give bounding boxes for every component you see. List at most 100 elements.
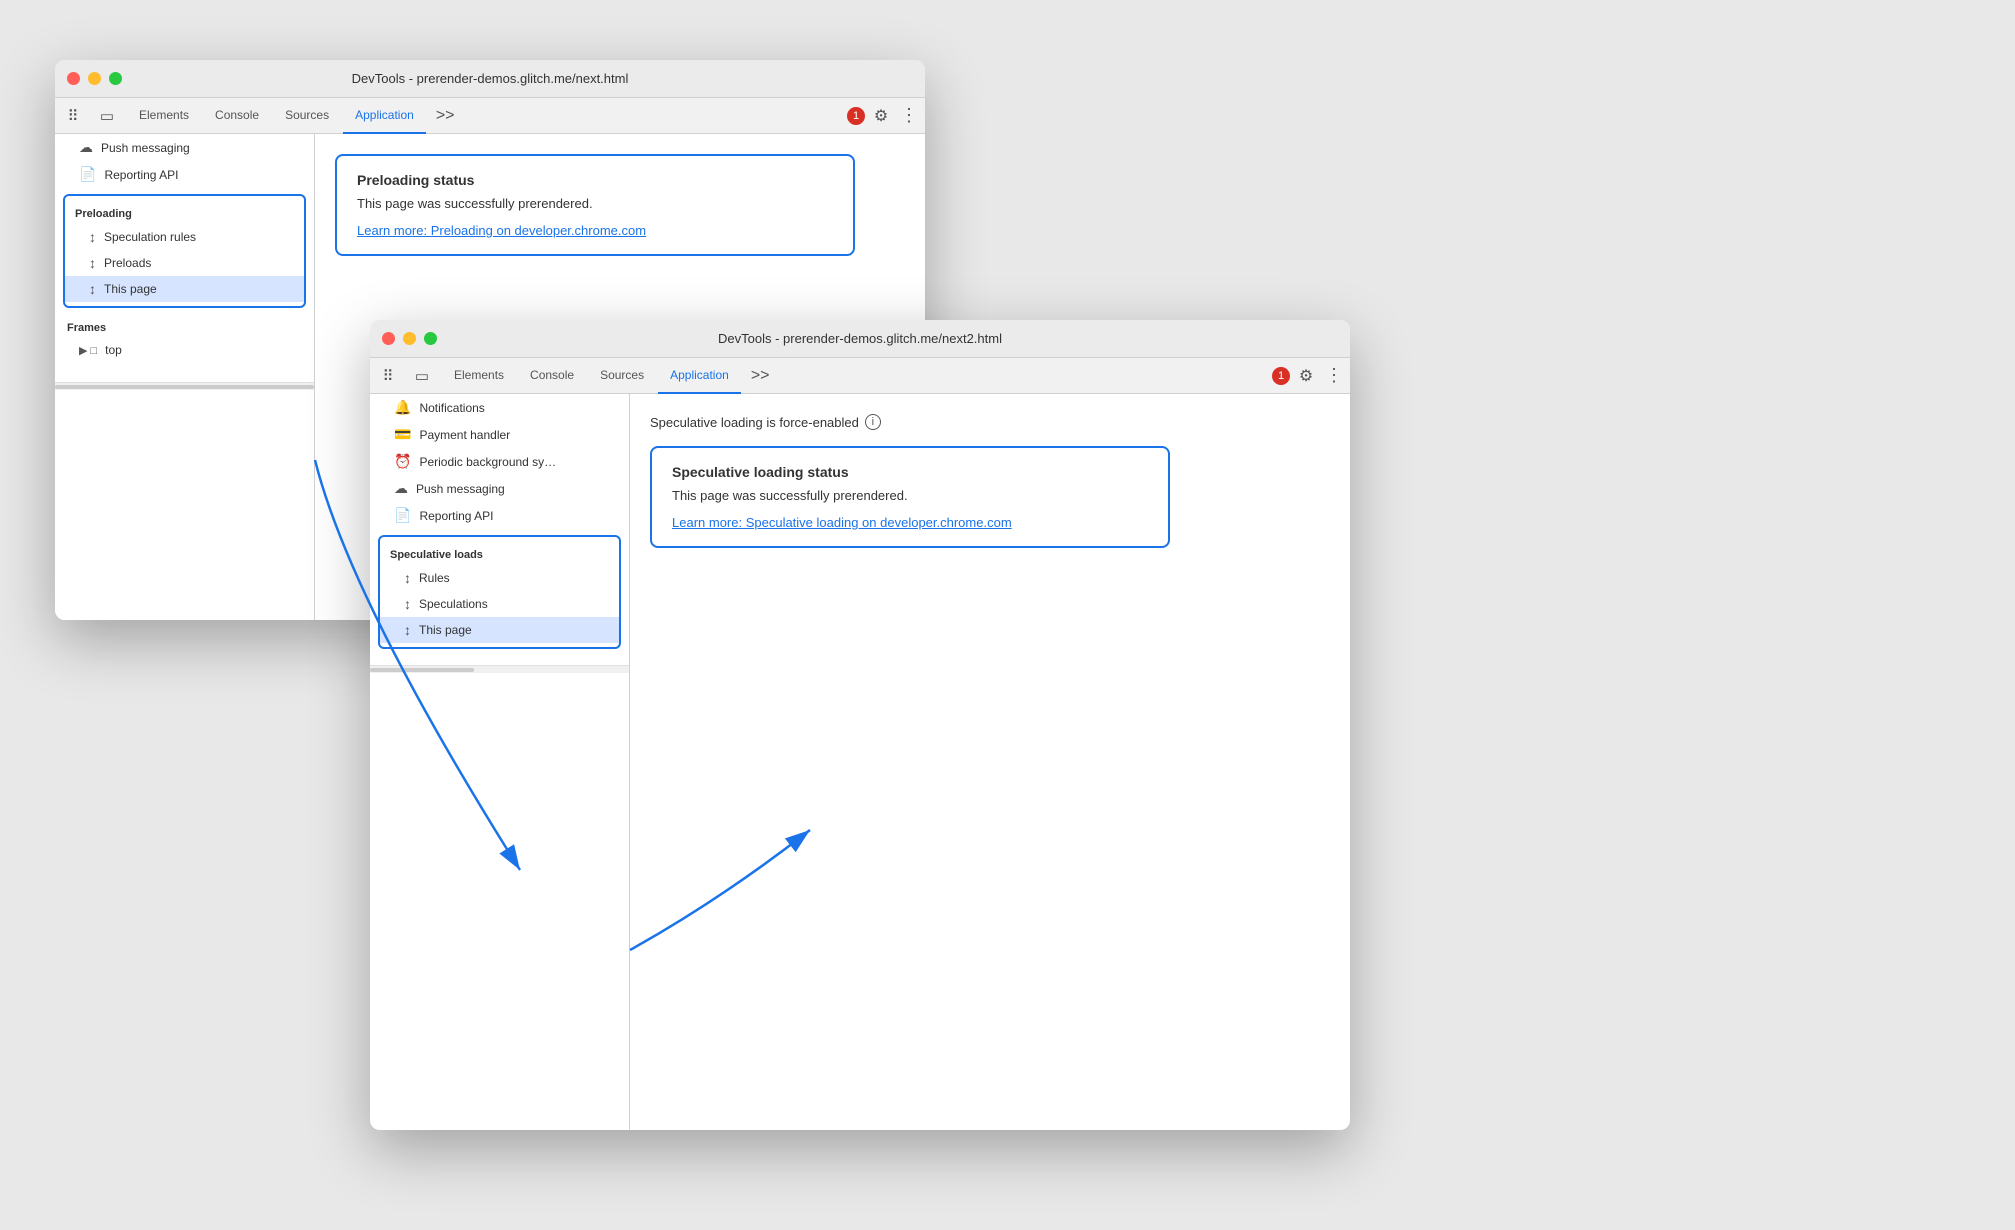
- sidebar-item-label: Payment handler: [419, 428, 510, 442]
- tab-console-2[interactable]: Console: [518, 358, 586, 394]
- sidebar-item-push-messaging-2[interactable]: ☁ Push messaging: [370, 475, 629, 502]
- inspector-icon-2[interactable]: ⠿: [374, 362, 402, 390]
- kebab-menu-1[interactable]: ⋮: [897, 102, 921, 130]
- payment-handler-icon-2: 💳: [394, 426, 411, 443]
- maximize-button-2[interactable]: [424, 332, 437, 345]
- window-title-2: DevTools - prerender-demos.glitch.me/nex…: [718, 331, 1002, 346]
- info-icon[interactable]: i: [865, 414, 881, 430]
- window-controls-2: [382, 332, 437, 345]
- speculative-loading-learn-more-link[interactable]: Learn more: Speculative loading on devel…: [672, 515, 1012, 530]
- preloading-status-title: Preloading status: [357, 172, 833, 188]
- maximize-button-1[interactable]: [109, 72, 122, 85]
- sidebar-item-label: top: [105, 343, 122, 357]
- rules-icon-2: ↕: [404, 570, 411, 586]
- tab-sources-2[interactable]: Sources: [588, 358, 656, 394]
- speculative-loads-section-title: Speculative loads: [380, 541, 619, 565]
- titlebar-2: DevTools - prerender-demos.glitch.me/nex…: [370, 320, 1350, 358]
- sidebar-item-label: Preloads: [104, 256, 151, 270]
- sidebar-item-label: Push messaging: [416, 482, 505, 496]
- tab-more-2[interactable]: >>: [743, 358, 778, 394]
- sidebar-item-top-1[interactable]: ▶ □ top: [55, 338, 314, 362]
- tab-elements-1[interactable]: Elements: [127, 98, 201, 134]
- preloading-learn-more-link[interactable]: Learn more: Preloading on developer.chro…: [357, 223, 646, 238]
- kebab-menu-2[interactable]: ⋮: [1322, 362, 1346, 390]
- preloading-status-text: This page was successfully prerendered.: [357, 196, 833, 211]
- sidebar-item-speculation-rules-1[interactable]: ↕ Speculation rules: [65, 224, 304, 250]
- sidebar-item-label: Rules: [419, 571, 450, 585]
- tab-console-1[interactable]: Console: [203, 98, 271, 134]
- sidebar-item-label: Push messaging: [101, 141, 190, 155]
- this-page-icon-2: ↕: [404, 622, 411, 638]
- sidebar-item-this-page-2[interactable]: ↕ This page: [380, 617, 619, 643]
- tabs-bar-2: ⠿ ▭ Elements Console Sources Application…: [370, 358, 1350, 394]
- close-button-1[interactable]: [67, 72, 80, 85]
- reporting-api-icon-1: 📄: [79, 166, 96, 183]
- close-button-2[interactable]: [382, 332, 395, 345]
- sidebar-item-reporting-api-1[interactable]: 📄 Reporting API: [55, 161, 314, 188]
- periodic-bg-icon-2: ⏰: [394, 453, 411, 470]
- notifications-icon-2: 🔔: [394, 399, 411, 416]
- minimize-button-1[interactable]: [88, 72, 101, 85]
- tab-error-2: 1: [1272, 367, 1290, 385]
- push-messaging-icon-1: ☁: [79, 139, 93, 156]
- sidebar-scrollbar-1[interactable]: [55, 385, 314, 389]
- sidebar-item-periodic-bg-2[interactable]: ⏰ Periodic background sy…: [370, 448, 629, 475]
- sidebar-item-label: Reporting API: [419, 509, 493, 523]
- speculative-loading-status-card: Speculative loading status This page was…: [650, 446, 1170, 548]
- sidebar-item-preloads-1[interactable]: ↕ Preloads: [65, 250, 304, 276]
- speculative-loading-status-title: Speculative loading status: [672, 464, 1148, 480]
- preloading-section-title-1: Preloading: [65, 200, 304, 224]
- error-badge-1: 1: [847, 107, 865, 125]
- sidebar-scrollbar-2[interactable]: [370, 668, 474, 672]
- titlebar-1: DevTools - prerender-demos.glitch.me/nex…: [55, 60, 925, 98]
- sidebar-item-rules-2[interactable]: ↕ Rules: [380, 565, 619, 591]
- tab-sources-1[interactable]: Sources: [273, 98, 341, 134]
- tab-error-1: 1: [847, 107, 865, 125]
- settings-button-2[interactable]: ⚙: [1292, 362, 1320, 390]
- sidebar-item-reporting-api-2[interactable]: 📄 Reporting API: [370, 502, 629, 529]
- devtools-window-2: DevTools - prerender-demos.glitch.me/nex…: [370, 320, 1350, 1130]
- speculation-rules-icon-1: ↕: [89, 229, 96, 245]
- sidebar-2: 🔔 Notifications 💳 Payment handler ⏰ Peri…: [370, 394, 630, 1130]
- settings-button-1[interactable]: ⚙: [867, 102, 895, 130]
- sidebar-item-notifications-2[interactable]: 🔔 Notifications: [370, 394, 629, 421]
- tab-application-2[interactable]: Application: [658, 358, 741, 394]
- sidebar-item-push-messaging-1[interactable]: ☁ Push messaging: [55, 134, 314, 161]
- inspector-icon-1[interactable]: ⠿: [59, 102, 87, 130]
- this-page-icon-1: ↕: [89, 281, 96, 297]
- preloading-status-card: Preloading status This page was successf…: [335, 154, 855, 256]
- sidebar-item-label: Reporting API: [104, 168, 178, 182]
- sidebar-item-label: This page: [419, 623, 472, 637]
- frames-section-title-1: Frames: [55, 314, 314, 338]
- preloads-icon-1: ↕: [89, 255, 96, 271]
- error-badge-2: 1: [1272, 367, 1290, 385]
- speculative-loading-status-text: This page was successfully prerendered.: [672, 488, 1148, 503]
- tabs-bar-1: ⠿ ▭ Elements Console Sources Application…: [55, 98, 925, 134]
- reporting-api-icon-2: 📄: [394, 507, 411, 524]
- sidebar-item-this-page-1[interactable]: ↕ This page: [65, 276, 304, 302]
- device-toolbar-icon-2[interactable]: ▭: [408, 362, 436, 390]
- tab-application-1[interactable]: Application: [343, 98, 426, 134]
- sidebar-item-speculations-2[interactable]: ↕ Speculations: [380, 591, 619, 617]
- sidebar-item-label: Periodic background sy…: [419, 455, 556, 469]
- sidebar-item-label: Speculations: [419, 597, 488, 611]
- tab-more-1[interactable]: >>: [428, 98, 463, 134]
- minimize-button-2[interactable]: [403, 332, 416, 345]
- force-enabled-notice: Speculative loading is force-enabled i: [650, 414, 1330, 430]
- sidebar-item-label: Notifications: [419, 401, 484, 415]
- sidebar-item-label: This page: [104, 282, 157, 296]
- main-panel-2: Speculative loading is force-enabled i S…: [630, 394, 1350, 1130]
- window-title-1: DevTools - prerender-demos.glitch.me/nex…: [352, 71, 629, 86]
- force-enabled-text: Speculative loading is force-enabled: [650, 415, 859, 430]
- window-controls-1: [67, 72, 122, 85]
- sidebar-item-label: Speculation rules: [104, 230, 196, 244]
- device-toolbar-icon-1[interactable]: ▭: [93, 102, 121, 130]
- sidebar-item-payment-handler-2[interactable]: 💳 Payment handler: [370, 421, 629, 448]
- top-frame-icon-1: ▶ □: [79, 344, 97, 357]
- speculations-icon-2: ↕: [404, 596, 411, 612]
- devtools-content-2: 🔔 Notifications 💳 Payment handler ⏰ Peri…: [370, 394, 1350, 1130]
- push-messaging-icon-2: ☁: [394, 480, 408, 497]
- preloading-section-box-1: Preloading ↕ Speculation rules ↕ Preload…: [63, 194, 306, 308]
- speculative-loads-section-box: Speculative loads ↕ Rules ↕ Speculations…: [378, 535, 621, 649]
- tab-elements-2[interactable]: Elements: [442, 358, 516, 394]
